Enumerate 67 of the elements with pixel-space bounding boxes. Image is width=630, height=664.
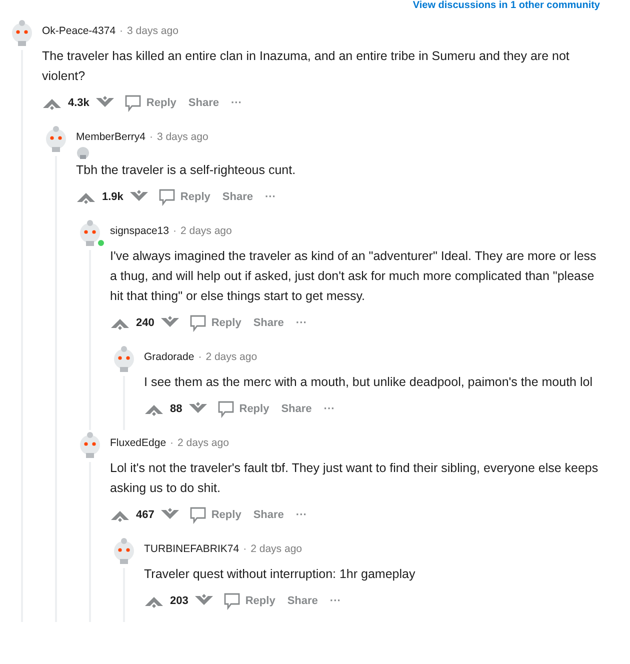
separator-dot: · xyxy=(120,24,124,40)
upvote-icon[interactable] xyxy=(76,190,96,204)
vote-count: 467 xyxy=(136,508,154,523)
reply-button[interactable]: Reply xyxy=(186,312,244,334)
downvote-icon[interactable] xyxy=(160,316,180,330)
more-button[interactable]: ··· xyxy=(320,398,338,420)
vote-count: 203 xyxy=(170,594,188,609)
share-button[interactable]: Share xyxy=(219,186,256,208)
more-button[interactable]: ··· xyxy=(292,504,310,526)
separator-dot: · xyxy=(243,542,247,558)
timestamp: 2 days ago xyxy=(178,436,229,452)
share-button[interactable]: Share xyxy=(250,504,287,526)
comment-icon xyxy=(124,94,142,112)
downvote-icon[interactable] xyxy=(194,594,214,608)
username-link[interactable]: Gradorade xyxy=(144,350,194,366)
vote-count: 4.3k xyxy=(68,96,90,111)
downvote-icon[interactable] xyxy=(95,96,116,110)
upvote-icon[interactable] xyxy=(144,594,164,608)
share-button[interactable]: Share xyxy=(185,92,222,114)
comment-text: Lol it's not the traveler's fault tbf. They just want to find their sibling, everyone else keeps asking us to do shit. xyxy=(110,460,600,497)
downvote-icon[interactable] xyxy=(129,190,150,204)
more-button[interactable]: ··· xyxy=(262,186,279,208)
more-button[interactable]: ··· xyxy=(326,590,344,612)
separator-dot: · xyxy=(149,130,153,146)
comment-icon xyxy=(189,314,208,332)
timestamp: 3 days ago xyxy=(127,24,178,40)
timestamp: 2 days ago xyxy=(180,224,232,240)
username-link[interactable]: MemberBerry4 xyxy=(76,130,146,146)
reply-button[interactable]: Reply xyxy=(155,186,214,208)
timestamp: 3 days ago xyxy=(156,130,208,146)
upvote-icon[interactable] xyxy=(42,96,62,110)
comment-text: The traveler has killed an entire clan in Inazuma, and an entire tribe in Sumeru and they are not violent? xyxy=(42,48,570,85)
vote-count: 240 xyxy=(136,316,154,331)
reply-button[interactable]: Reply xyxy=(214,398,272,420)
more-button[interactable]: ··· xyxy=(292,312,310,334)
comment-icon xyxy=(158,188,176,206)
username-link[interactable]: signspace13 xyxy=(110,224,169,240)
comment-text: I've always imagined the traveler as kind of an "adventurer" Ideal. They are more or less a thug, and will help out if asked, just don't ask for much more complicated than "please hit that thing" or else things start to get messy. xyxy=(110,248,598,305)
comment-icon xyxy=(223,592,242,610)
discussions-link[interactable]: View discussions in 1 other community xyxy=(8,0,600,12)
username-link[interactable]: TURBINEFABRIK74 xyxy=(144,542,240,558)
separator-dot: · xyxy=(198,350,202,366)
username-link[interactable]: FluxedEdge xyxy=(110,436,166,452)
downvote-icon[interactable] xyxy=(188,402,208,416)
timestamp: 2 days ago xyxy=(250,542,302,558)
comment-text: Traveler quest without interruption: 1hr gameplay xyxy=(144,566,416,583)
upvote-icon[interactable] xyxy=(110,508,130,522)
vote-count: 88 xyxy=(170,402,182,417)
comment-text: Tbh the traveler is a self-righteous cunt. xyxy=(76,162,297,179)
vote-count: 1.9k xyxy=(102,190,124,205)
comment-icon xyxy=(189,506,208,524)
reply-button[interactable]: Reply xyxy=(121,92,180,114)
separator-dot: · xyxy=(172,224,176,240)
reply-button[interactable]: Reply xyxy=(186,504,244,526)
username-link[interactable]: Ok-Peace-4374 xyxy=(42,24,116,40)
share-button[interactable]: Share xyxy=(278,398,315,420)
upvote-icon[interactable] xyxy=(144,402,164,416)
comment-text: I see them as the merc with a mouth, but unlike deadpool, paimon's the mouth lol xyxy=(144,374,594,391)
more-button[interactable]: ··· xyxy=(228,92,245,114)
share-button[interactable]: Share xyxy=(250,312,287,334)
separator-dot: · xyxy=(170,436,174,452)
comment-icon xyxy=(217,400,236,418)
reply-button[interactable]: Reply xyxy=(220,590,278,612)
share-button[interactable]: Share xyxy=(284,590,321,612)
upvote-icon[interactable] xyxy=(110,316,130,330)
downvote-icon[interactable] xyxy=(160,508,180,522)
timestamp: 2 days ago xyxy=(206,350,258,366)
